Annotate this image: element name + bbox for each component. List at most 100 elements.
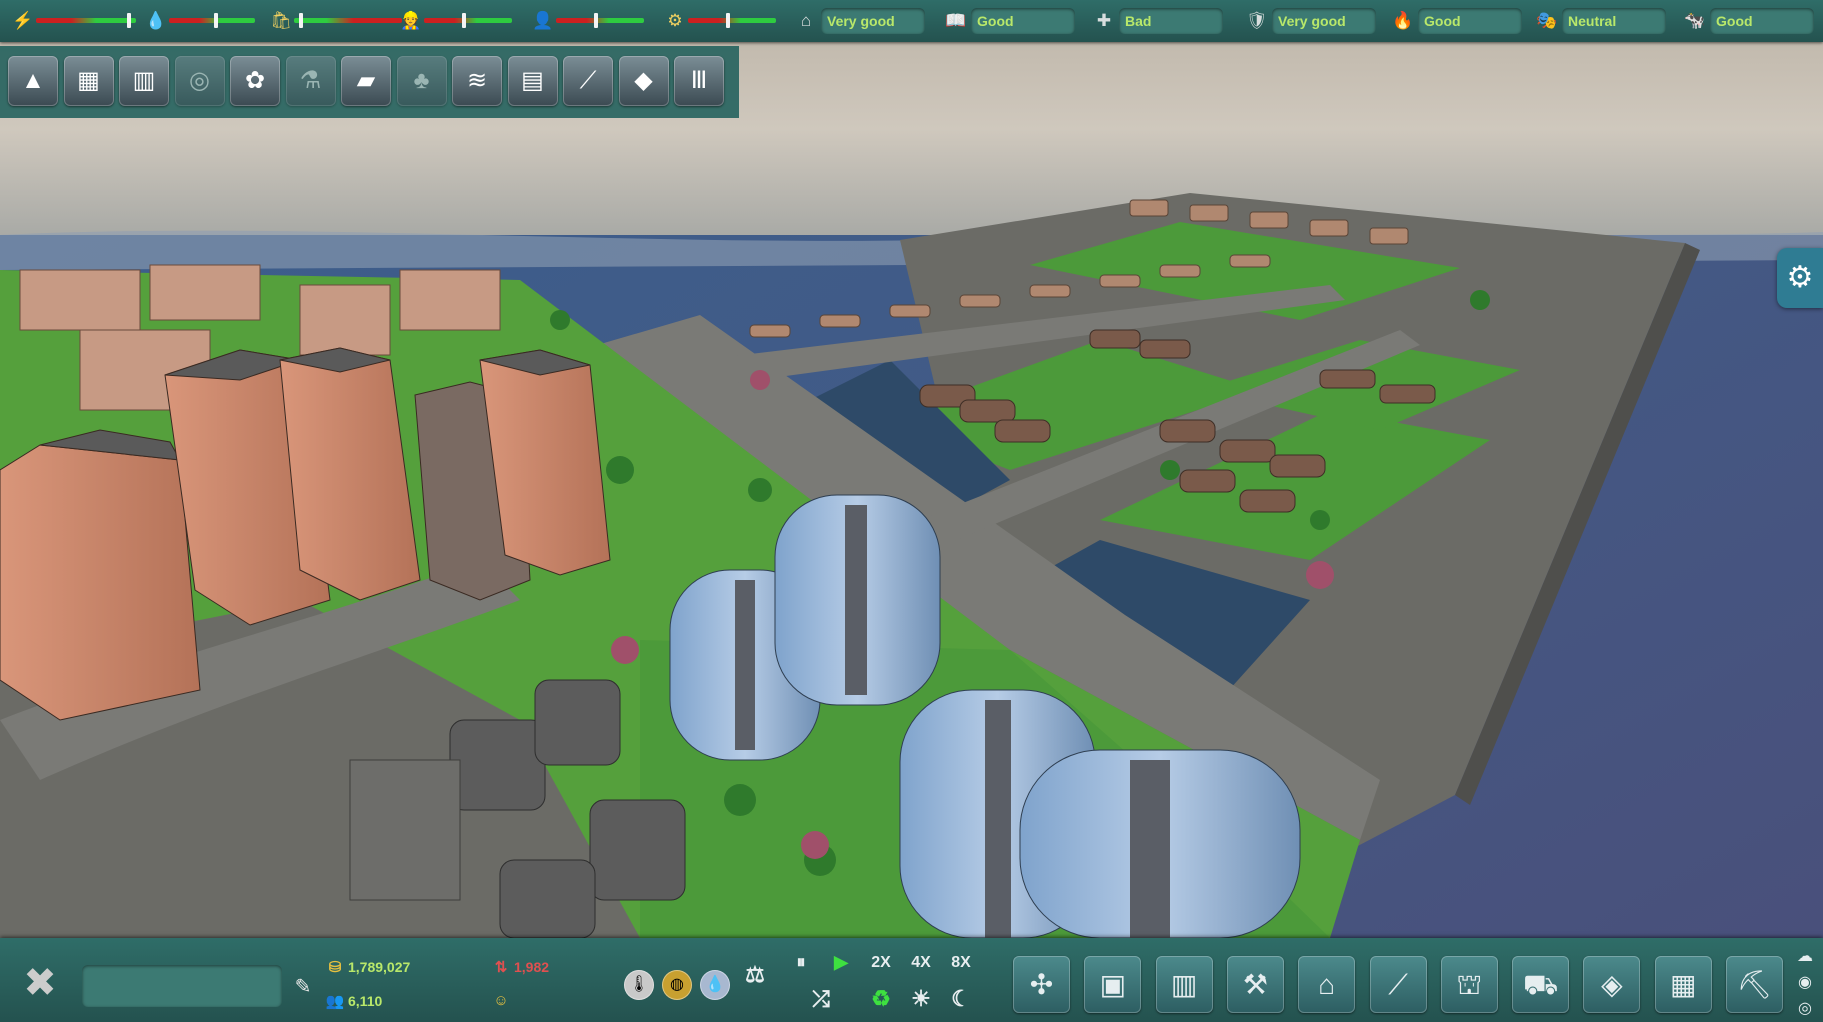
category-tree-button[interactable]: ♣ [396, 56, 447, 106]
category-lab-flask-icon: ⚗ [299, 67, 322, 94]
opinion-value: Good [1418, 8, 1522, 34]
opinion-theatre[interactable]: 🎭 Neutral [1536, 7, 1666, 35]
cow-icon: 🐄 [1684, 11, 1706, 30]
settings-button[interactable]: ⚙ [1777, 248, 1823, 308]
status-meter-office-worker[interactable]: 👤 [532, 8, 648, 34]
weather-icon[interactable]: ☁ [1794, 946, 1816, 968]
day-button[interactable]: ☀ [906, 986, 936, 1012]
build-transport-button[interactable]: ⛟ [1512, 956, 1570, 1013]
eco-mode-button[interactable]: ♻ [866, 986, 896, 1012]
speed-8x-button[interactable]: 8X [946, 954, 976, 972]
category-solar-button[interactable]: ▰ [341, 56, 391, 106]
opinion-fire[interactable]: 🔥 Good [1392, 7, 1522, 35]
status-meter-water-drop[interactable]: 💧 [145, 8, 259, 34]
status-meter-knob [127, 13, 131, 28]
build-services-button[interactable]: ⛫ [1440, 956, 1498, 1013]
status-meter-machine[interactable]: ⚙ [664, 8, 780, 34]
income-stat: ⇅ 1,982 [488, 958, 549, 976]
night-button[interactable]: ☾ [946, 986, 976, 1012]
status-meter-bar [36, 18, 136, 23]
status-meter-knob [594, 13, 598, 28]
balance-button[interactable]: ⚖ [740, 962, 770, 988]
machine-icon: ⚙ [667, 11, 683, 30]
population-stat: 👥 6,110 [322, 992, 383, 1010]
tools-menu-button[interactable]: ✖ [10, 955, 70, 1011]
tools-icon: ✖ [23, 961, 57, 1005]
status-meter-bar [556, 18, 644, 23]
opinion-health-cross[interactable]: ✚ Bad [1093, 7, 1223, 35]
category-terrain-icon: ▲ [21, 67, 45, 94]
build-industry-button[interactable]: ⚒ [1226, 956, 1284, 1013]
category-terrain-button[interactable]: ▲ [8, 56, 58, 106]
scales-icon: ⚖ [745, 962, 765, 987]
money-value: 1,789,027 [348, 959, 411, 975]
build-wind-turbine-button[interactable]: ✣ [1013, 956, 1070, 1013]
city-3d-viewport[interactable] [0, 0, 1823, 1022]
category-field-button[interactable]: ≋ [452, 56, 502, 106]
status-meter-bar [294, 18, 402, 23]
speed-2x-button[interactable]: 2X [866, 954, 896, 972]
status-meter-knob [462, 13, 466, 28]
build-demolish-button[interactable]: ⛏ [1726, 956, 1783, 1013]
water-drop-button-button[interactable]: 💧 [700, 970, 730, 1000]
category-flowers-button[interactable]: ✿ [230, 56, 280, 106]
build-structure-button[interactable]: ◈ [1583, 956, 1641, 1013]
build-transport-icon: ⛟ [1522, 969, 1559, 1000]
opinion-value: Very good [821, 8, 925, 34]
opinion-value: Bad [1119, 8, 1223, 34]
shuffle-button[interactable]: ⤮ [806, 986, 836, 1012]
category-lab-flask-button[interactable]: ⚗ [285, 56, 336, 106]
status-meter-worker[interactable]: 👷 [400, 8, 516, 34]
opinion-cow[interactable]: 🐄 Good [1684, 7, 1814, 35]
build-road-icon: ⟋ [1388, 969, 1408, 1000]
category-boxes-button[interactable]: ▦ [63, 56, 114, 106]
pause-button[interactable]: ⏸ [786, 952, 816, 973]
status-bar: ⚡ 💧 🛍 👷 👤 ⚙ ⌂ Very good 📖 Good ✚ Bad 🛡 Very good 🔥 Goo… [0, 0, 1823, 42]
status-meter-garbage-bag[interactable]: 🛍 [270, 8, 406, 34]
money-stat: ⛁ 1,789,027 [322, 958, 411, 976]
camera-icon[interactable]: ◉ [1794, 972, 1816, 994]
opinion-police[interactable]: 🛡 Very good [1246, 7, 1376, 35]
thermometer-button[interactable]: 🌡 [624, 970, 654, 1000]
opinion-house[interactable]: ⌂ Very good [795, 7, 925, 35]
build-commercial-button[interactable]: ▥ [1155, 956, 1213, 1013]
category-flowers-icon: ✿ [244, 67, 266, 94]
category-field-icon: ≋ [466, 67, 488, 94]
rename-button[interactable]: ✎ [290, 974, 316, 1000]
smiley-icon: ☺ [493, 992, 509, 1009]
pencil-icon: ✎ [294, 976, 312, 998]
thermometer-icon: 🌡 [628, 976, 650, 993]
status-meter-bar [688, 18, 776, 23]
city-scene [0, 0, 1823, 1022]
category-document-button[interactable]: ▤ [507, 56, 558, 106]
category-pyramid-button[interactable]: ◆ [618, 56, 669, 106]
build-residential-button[interactable]: ▣ [1084, 956, 1142, 1013]
city-name-input[interactable] [82, 965, 282, 1007]
category-tree-icon: ♣ [413, 67, 430, 94]
gear-icon: ⚙ [1786, 261, 1814, 294]
build-residential-icon: ▣ [1099, 969, 1127, 1000]
garbage-bag-icon: 🛍 [270, 11, 292, 30]
population-value: 6,110 [348, 993, 383, 1009]
building-category-toolbar: ▲ ▦ ▥ ◎ ✿ ⚗ ▰ ♣ ≋ ▤ ⟋ ◆ Ⅲ [0, 46, 739, 118]
status-meter-lightning[interactable]: ⚡ [12, 8, 140, 34]
build-factory-button[interactable]: ⌂ [1298, 956, 1356, 1013]
category-pillars-button[interactable]: Ⅲ [674, 56, 724, 106]
category-monument-button[interactable]: ◎ [174, 56, 225, 106]
category-city-button[interactable]: ▥ [119, 56, 169, 106]
build-storage-button[interactable]: ▦ [1654, 956, 1712, 1013]
speed-4x-button[interactable]: 4X [906, 954, 936, 972]
book-icon: 📖 [945, 11, 967, 30]
category-highway-icon: ⟋ [579, 67, 597, 94]
eye-icon[interactable]: ◎ [1794, 998, 1816, 1020]
gold-coin-button[interactable]: ◍ [662, 970, 692, 1000]
category-pillars-icon: Ⅲ [690, 67, 708, 94]
build-commercial-icon: ▥ [1170, 969, 1198, 1000]
category-highway-button[interactable]: ⟋ [563, 56, 613, 106]
opinion-book[interactable]: 📖 Good [945, 7, 1075, 35]
population-icon: 👥 [325, 993, 345, 1010]
status-meter-knob [299, 13, 303, 28]
play-button[interactable]: ▶ [826, 952, 856, 973]
build-road-button[interactable]: ⟋ [1369, 956, 1427, 1013]
happiness-stat: ☺ [488, 992, 514, 1009]
